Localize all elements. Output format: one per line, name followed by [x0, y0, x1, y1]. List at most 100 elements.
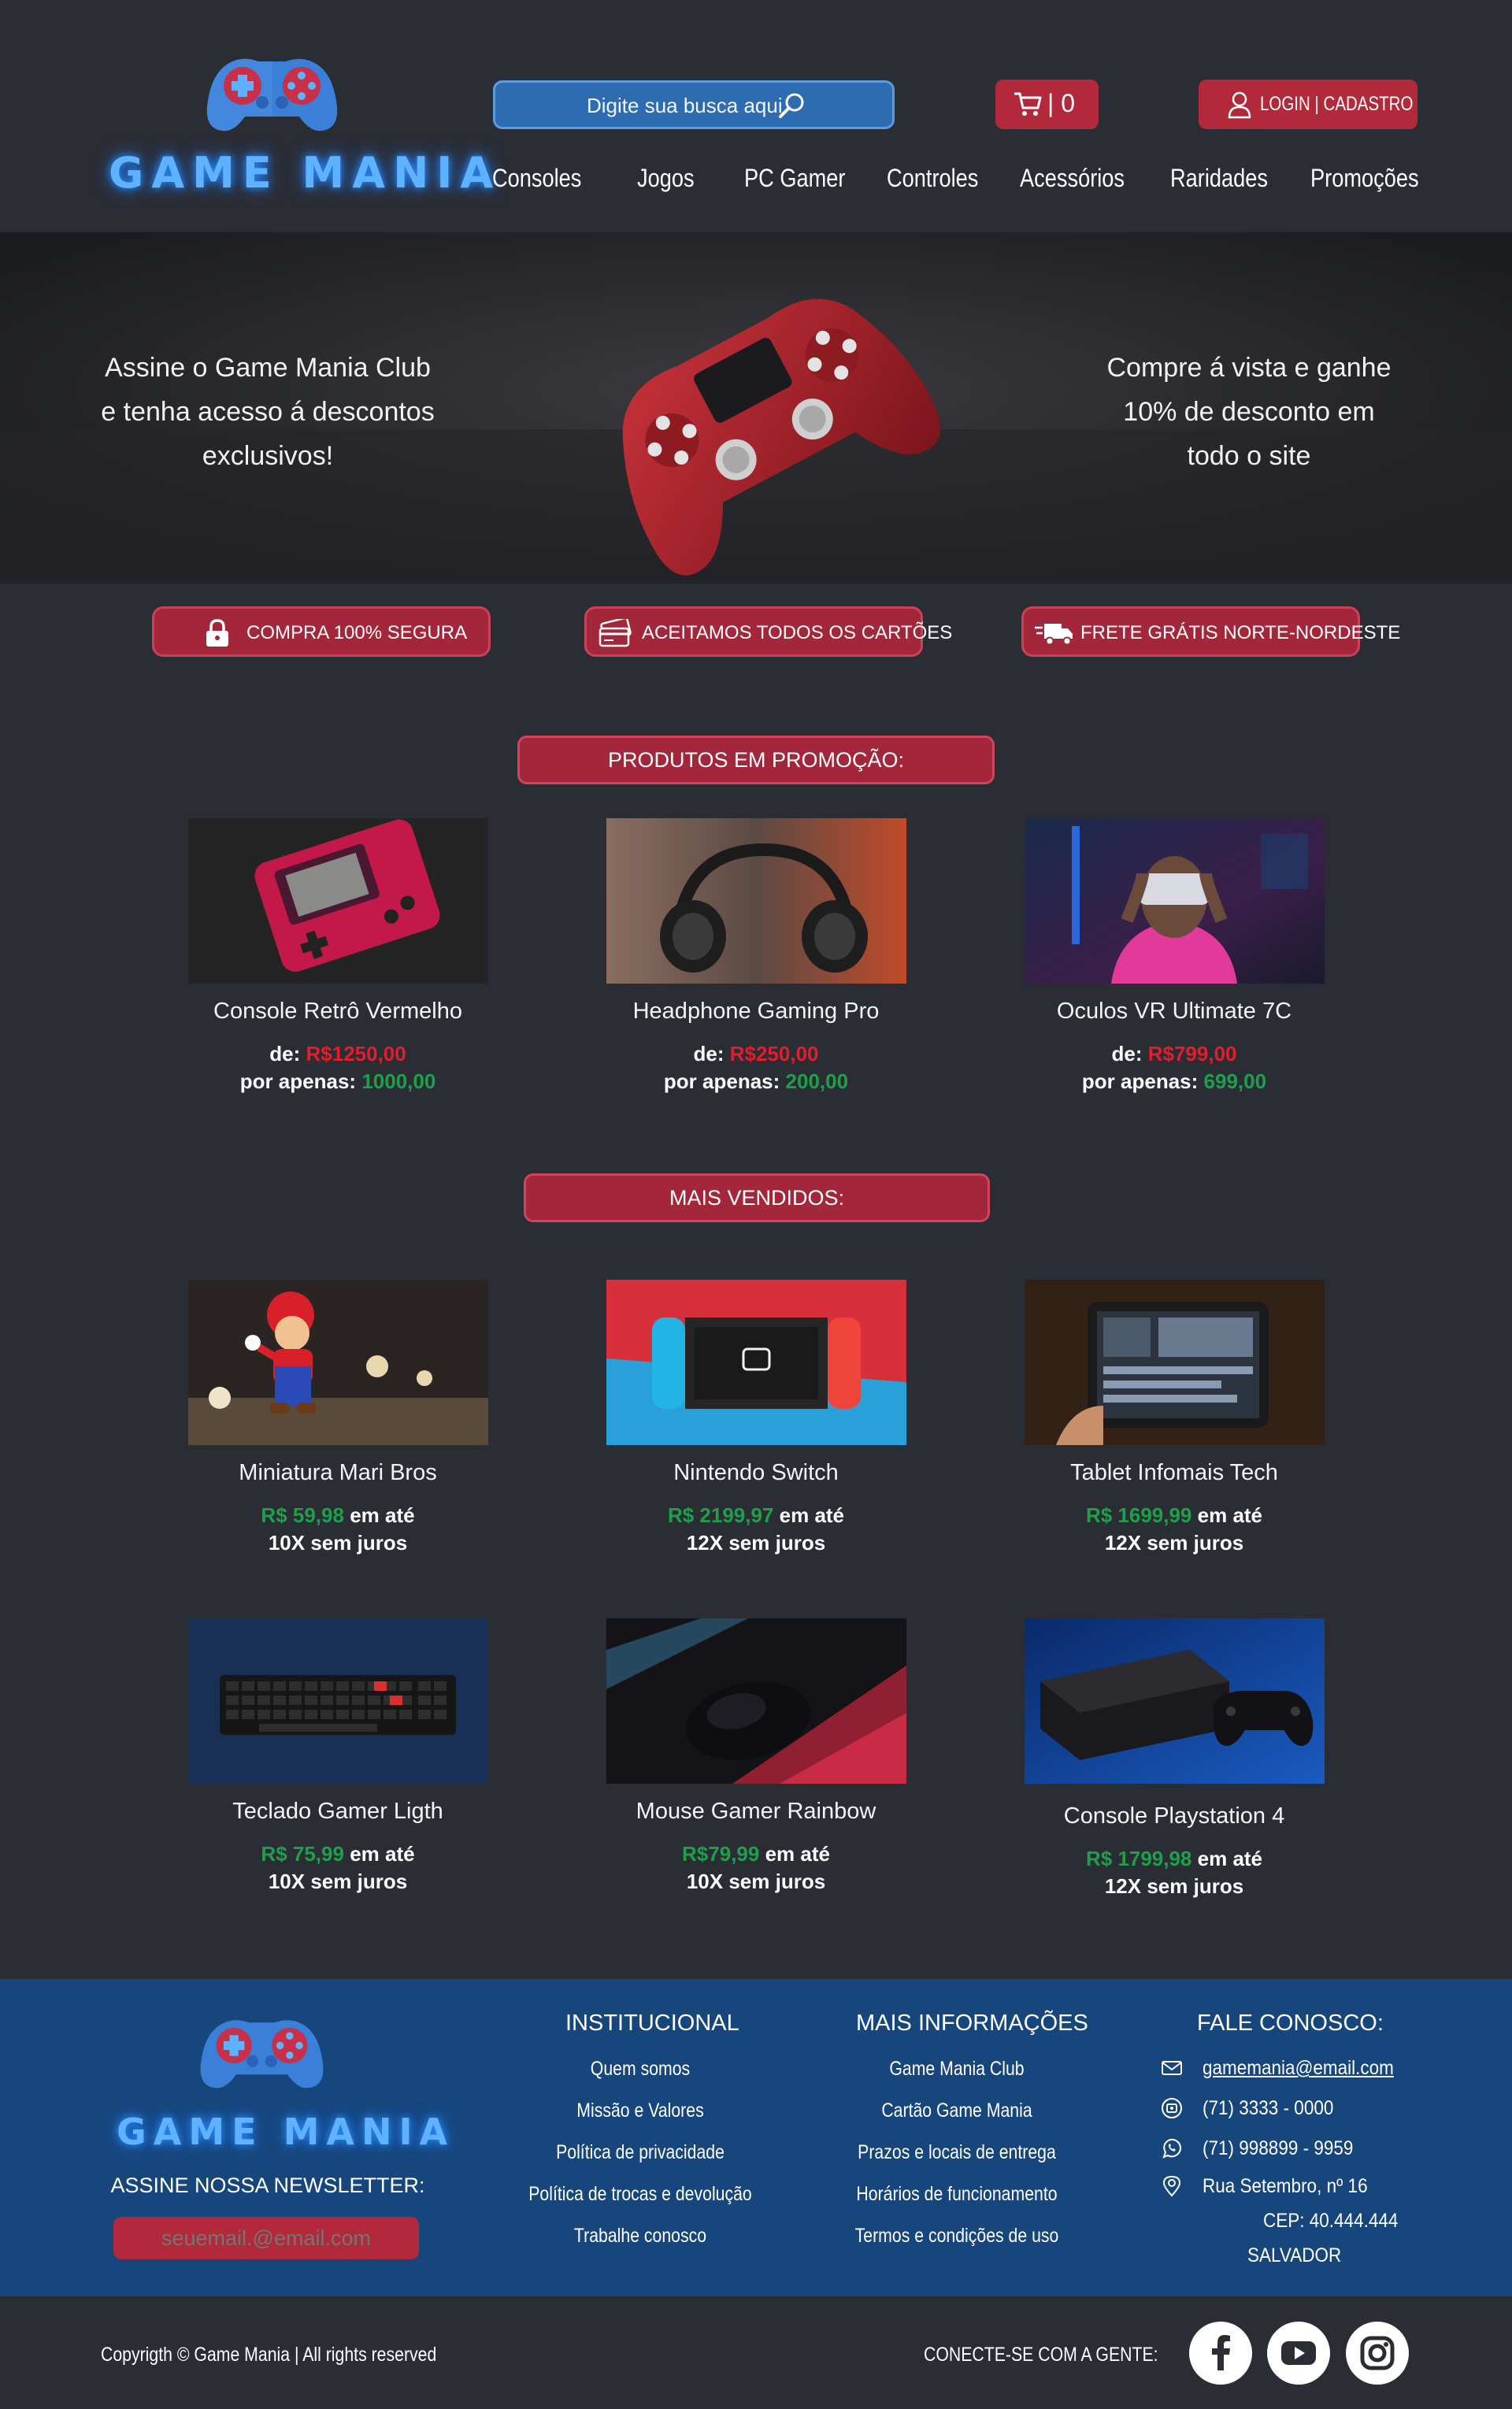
old-price-line: de: R$1250,00 — [149, 1042, 527, 1066]
now-label: por apenas: — [239, 1069, 357, 1093]
nav-item-controles[interactable]: Controles — [887, 164, 978, 193]
installment-label: em até — [765, 1842, 830, 1866]
old-price: R$799,00 — [1147, 1042, 1237, 1066]
whatsapp-icon — [1162, 2138, 1182, 2159]
nav-item-acessorios[interactable]: Acessórios — [1020, 164, 1125, 193]
installments: 10X sem juros — [686, 1870, 826, 1893]
installments: 10X sem juros — [268, 1531, 408, 1555]
cart-button[interactable]: | 0 — [995, 80, 1099, 129]
product-image-mario-figure — [188, 1280, 488, 1445]
newsletter-title: ASSINE NOSSA NEWSLETTER: — [110, 2174, 425, 2197]
new-price-line: por apenas: 699,00 — [985, 1069, 1363, 1094]
footer-link-cartao[interactable]: Cartão Game Mania — [823, 2100, 1091, 2122]
nav-item-pc-gamer[interactable]: PC Gamer — [744, 164, 845, 193]
product-name: Tablet Infomais Tech — [1070, 1460, 1278, 1485]
institucional-heading: INSTITUCIONAL — [565, 2011, 739, 2036]
old-price-line: de: R$799,00 — [985, 1042, 1363, 1066]
mais-info-heading: MAIS INFORMAÇÕES — [856, 2011, 1088, 2036]
footer-link-trabalhe[interactable]: Trabalhe conosco — [506, 2225, 774, 2248]
from-label: de: — [269, 1042, 301, 1066]
email-icon — [1162, 2061, 1182, 2075]
location-pin-icon — [1162, 2175, 1181, 2197]
instagram-icon — [1360, 2336, 1395, 2370]
facebook-icon — [1212, 2335, 1230, 2370]
facebook-link[interactable] — [1189, 2322, 1252, 2385]
nav-item-raridades[interactable]: Raridades — [1170, 164, 1268, 193]
now-label: por apenas: — [663, 1069, 780, 1093]
contact-phone: (71) 3333 - 0000 — [1203, 2097, 1334, 2119]
nav-item-jogos[interactable]: Jogos — [637, 164, 695, 193]
footer-link-quem-somos[interactable]: Quem somos — [506, 2058, 774, 2081]
footer-link-trocas[interactable]: Política de trocas e devolução — [506, 2183, 774, 2206]
new-price: 200,00 — [785, 1069, 849, 1093]
installment-label: em até — [350, 1503, 415, 1527]
price-line: R$ 75,99 em até — [149, 1842, 527, 1866]
contact-whatsapp: (71) 998899 - 9959 — [1203, 2137, 1354, 2159]
login-label: LOGIN | CADASTRO — [1260, 93, 1414, 115]
search-icon[interactable] — [776, 91, 807, 122]
from-label: de: — [693, 1042, 724, 1066]
price-line: R$ 1699,99 em até — [985, 1503, 1363, 1528]
promo-section-title: PRODUTOS EM PROMOÇÃO: — [517, 736, 995, 784]
login-register-button[interactable]: LOGIN | CADASTRO — [1199, 80, 1418, 129]
product-price: R$ 1699,99 — [1085, 1503, 1192, 1527]
footer-link-missao[interactable]: Missão e Valores — [506, 2100, 774, 2122]
contact-address-street: Rua Setembro, nº 16 — [1203, 2175, 1368, 2197]
nav-item-consoles[interactable]: Consoles — [492, 164, 581, 193]
price-line: R$79,99 em até — [567, 1842, 945, 1866]
footer-brand-name: GAME MANIA — [117, 2111, 455, 2153]
cards-accepted-label: ACEITAMOS TODOS OS CARTÕES — [642, 622, 953, 643]
product-image-retro-console — [188, 818, 488, 984]
contact-email-link[interactable]: gamemania@email.com — [1203, 2057, 1394, 2080]
product-price: R$79,99 — [682, 1842, 760, 1866]
installment-label: em até — [1197, 1503, 1263, 1527]
contact-address-cep: CEP: 40.444.444 — [1263, 2210, 1399, 2232]
secure-purchase-badge: COMPRA 100% SEGURA — [152, 606, 491, 657]
price-line: R$ 2199,97 em até — [567, 1503, 945, 1528]
product-image-vr-glasses — [1025, 818, 1325, 984]
price-line: R$ 1799,98 em até — [985, 1847, 1363, 1871]
footer-link-horarios[interactable]: Horários de funcionamento — [823, 2183, 1091, 2206]
search-placeholder: Digite sua busca aqui — [587, 94, 783, 117]
credit-card-icon — [598, 619, 632, 647]
contact-heading: FALE CONOSCO: — [1197, 2011, 1384, 2036]
product-name: Mouse Gamer Rainbow — [636, 1799, 876, 1824]
footer-link-privacidade[interactable]: Política de privacidade — [506, 2141, 774, 2164]
product-name: Console Playstation 4 — [1063, 1803, 1285, 1829]
brand-name: GAME MANIA — [109, 148, 502, 198]
product-name: Oculos VR Ultimate 7C — [1056, 999, 1292, 1024]
footer-link-termos[interactable]: Termos e condições de uso — [823, 2225, 1091, 2248]
new-price: 699,00 — [1203, 1069, 1267, 1093]
club-line-1: Assine o Game Mania Club — [105, 353, 431, 383]
nav-item-promocoes[interactable]: Promoções — [1310, 164, 1419, 193]
cart-icon — [1014, 92, 1042, 116]
product-image-headphone — [606, 818, 906, 984]
new-price: 1000,00 — [361, 1069, 436, 1093]
footer-link-club[interactable]: Game Mania Club — [823, 2058, 1091, 2081]
product-price: R$ 1799,98 — [1085, 1847, 1192, 1870]
old-price: R$250,00 — [729, 1042, 819, 1066]
gamepad-logo-icon — [206, 58, 338, 132]
old-price-line: de: R$250,00 — [567, 1042, 945, 1066]
connect-label: CONECTE-SE COM A GENTE: — [924, 2344, 1158, 2366]
newsletter-email-input[interactable] — [113, 2217, 419, 2259]
copyright-text: Copyrigth © Game Mania | All rights rese… — [101, 2344, 437, 2366]
old-price: R$1250,00 — [306, 1042, 406, 1066]
product-price: R$ 75,99 — [261, 1842, 344, 1866]
hero-banner[interactable]: Assine o Game Mania Club e tenha acesso … — [0, 232, 1512, 584]
product-image-playstation-4 — [1025, 1618, 1325, 1784]
club-promo-text: Assine o Game Mania Club e tenha acesso … — [79, 346, 457, 478]
search-input[interactable]: Digite sua busca aqui — [493, 80, 895, 129]
product-price: R$ 2199,97 — [667, 1503, 774, 1527]
installment-label: em até — [779, 1503, 845, 1527]
instagram-link[interactable] — [1346, 2322, 1409, 2385]
price-line: R$ 59,98 em até — [149, 1503, 527, 1528]
product-name: Teclado Gamer Ligth — [232, 1799, 443, 1824]
youtube-icon — [1281, 2341, 1316, 2365]
youtube-link[interactable] — [1267, 2322, 1330, 2385]
product-image-mouse — [606, 1618, 906, 1784]
user-icon — [1228, 91, 1251, 119]
now-label: por apenas: — [1081, 1069, 1199, 1093]
installment-label: em até — [1197, 1847, 1263, 1870]
footer-link-entrega[interactable]: Prazos e locais de entrega — [823, 2141, 1091, 2164]
